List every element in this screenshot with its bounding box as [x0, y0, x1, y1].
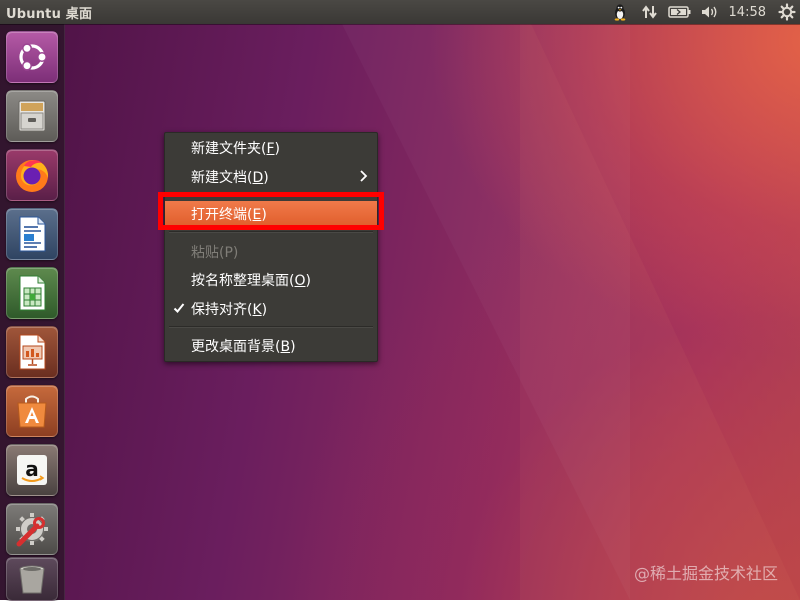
- desktop-background[interactable]: [0, 0, 800, 600]
- launcher-trash[interactable]: [6, 557, 58, 601]
- menu-separator: [169, 231, 373, 233]
- network-arrows-icon[interactable]: [635, 0, 665, 24]
- mnemonic-key: K: [252, 302, 261, 318]
- label-prefix: 按名称整理桌面(: [191, 273, 294, 289]
- label-suffix: ): [275, 141, 280, 157]
- label-suffix: ): [263, 170, 268, 186]
- volume-icon[interactable]: [695, 0, 725, 24]
- launcher-ubuntu-software[interactable]: [6, 385, 58, 437]
- mnemonic-key: O: [294, 273, 305, 289]
- menu-item-label: 粘贴(P): [191, 242, 238, 262]
- launcher: a: [0, 24, 65, 600]
- tux-icon[interactable]: [605, 0, 635, 24]
- label-prefix: 保持对齐(: [191, 302, 252, 318]
- menu-separator: [169, 326, 373, 328]
- chevron-right-icon: [359, 169, 369, 187]
- mnemonic-key: D: [252, 170, 263, 186]
- desktop-context-menu: 新建文件夹(F) 新建文档(D) 打开终端(E) 粘贴(P) 按名称整理桌面(O…: [164, 132, 378, 362]
- menu-item-label: 保持对齐(K): [191, 299, 267, 319]
- label-suffix: ): [306, 273, 311, 289]
- firefox-icon: [11, 154, 53, 196]
- top-panel: Ubuntu 桌面: [0, 0, 800, 24]
- menu-item-label: 按名称整理桌面(O): [191, 270, 311, 290]
- menu-item-label: 新建文件夹(F): [191, 138, 280, 158]
- menu-item-label: 更改桌面背景(B): [191, 336, 296, 356]
- menu-item-new-document[interactable]: 新建文档(D): [165, 164, 377, 190]
- launcher-system-settings[interactable]: [6, 503, 58, 555]
- launcher-files[interactable]: [6, 90, 58, 142]
- menu-item-paste: 粘贴(P): [165, 239, 377, 265]
- menu-item-keep-aligned[interactable]: 保持对齐(K): [165, 296, 377, 322]
- launcher-firefox[interactable]: [6, 149, 58, 201]
- system-tray: 14:58: [605, 0, 800, 24]
- label-prefix: 新建文档(: [191, 170, 252, 186]
- label-suffix: ): [262, 302, 267, 318]
- label-suffix: ): [290, 339, 295, 355]
- launcher-ubuntu-dash[interactable]: [6, 31, 58, 83]
- mnemonic-key: B: [280, 339, 290, 355]
- launcher-amazon[interactable]: a: [6, 444, 58, 496]
- mnemonic-key: F: [266, 141, 274, 157]
- annotation-highlight-box: [158, 192, 384, 230]
- system-gear-icon[interactable]: [774, 0, 800, 24]
- launcher-libreoffice-writer[interactable]: [6, 208, 58, 260]
- amazon-icon: a: [12, 450, 52, 490]
- file-cabinet-icon: [12, 96, 52, 136]
- ubuntu-logo-icon: [12, 37, 52, 77]
- menu-item-change-background[interactable]: 更改桌面背景(B): [165, 333, 377, 359]
- impress-slide-icon: [12, 332, 52, 372]
- launcher-libreoffice-calc[interactable]: [6, 267, 58, 319]
- writer-doc-icon: [12, 214, 52, 254]
- battery-icon[interactable]: [665, 0, 695, 24]
- label-prefix: 更改桌面背景(: [191, 339, 280, 355]
- label-prefix: 粘贴(: [191, 245, 224, 261]
- mnemonic-key: P: [224, 245, 232, 261]
- svg-text:a: a: [25, 457, 39, 481]
- wallpaper-sheen: [520, 0, 800, 600]
- label-suffix: ): [233, 245, 238, 261]
- clock[interactable]: 14:58: [725, 5, 774, 20]
- launcher-libreoffice-impress[interactable]: [6, 326, 58, 378]
- checkmark-icon: [173, 302, 185, 318]
- calc-sheet-icon: [12, 273, 52, 313]
- menu-item-arrange-by-name[interactable]: 按名称整理桌面(O): [165, 267, 377, 293]
- trash-icon: [14, 561, 50, 597]
- window-title: Ubuntu 桌面: [0, 3, 92, 22]
- watermark: @稀土掘金技术社区: [634, 560, 778, 584]
- menu-item-label: 新建文档(D): [191, 167, 269, 187]
- label-prefix: 新建文件夹(: [191, 141, 266, 157]
- menu-item-new-folder[interactable]: 新建文件夹(F): [165, 135, 377, 161]
- software-bag-icon: [12, 391, 52, 431]
- settings-wrench-icon: [11, 508, 53, 550]
